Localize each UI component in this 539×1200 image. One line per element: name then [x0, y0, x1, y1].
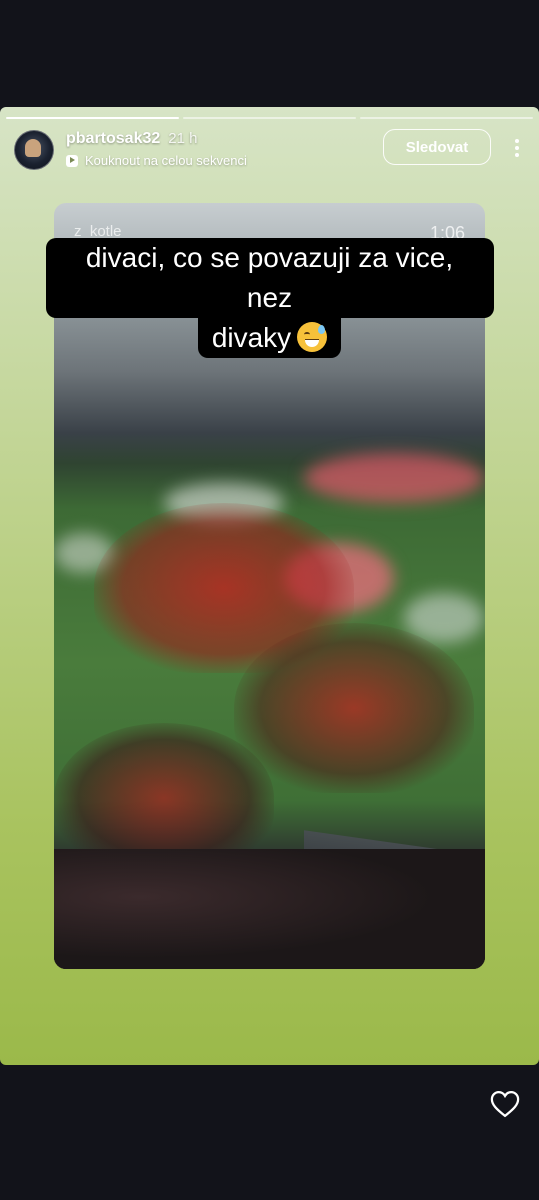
- username-text[interactable]: pbartosak32: [66, 130, 160, 147]
- crowd-on-pitch: [234, 623, 474, 793]
- story-progress-bar: [6, 117, 533, 119]
- progress-segment: [6, 117, 179, 119]
- progress-segment: [183, 117, 356, 119]
- progress-segment: [360, 117, 533, 119]
- avatar[interactable]: [14, 130, 54, 170]
- caption-line-1: divaci, co se povazuji za vice, nez: [45, 238, 494, 318]
- caption-line-2-text: divaky: [211, 322, 292, 353]
- post-time: 21 h: [168, 130, 198, 147]
- story-card[interactable]: pbartosak32 21 h Kouknout na celou sekven…: [0, 107, 539, 1065]
- story-caption: divaci, co se povazuji za vice, nez diva…: [0, 238, 539, 358]
- play-icon: [66, 154, 78, 167]
- follow-button[interactable]: Sledovat: [383, 129, 491, 165]
- view-sequence-link[interactable]: Kouknout na celou sekvenci: [66, 153, 247, 168]
- username[interactable]: pbartosak32 21 h: [66, 130, 197, 148]
- view-sequence-label[interactable]: Kouknout na celou sekvenci: [85, 153, 247, 168]
- flare-smoke: [304, 453, 484, 503]
- stand-crowd: [54, 849, 485, 969]
- more-vertical-icon[interactable]: [509, 135, 525, 161]
- grinning-sweat-emoji-icon: [297, 322, 328, 352]
- heart-outline-icon[interactable]: [490, 1090, 520, 1118]
- story-header: pbartosak32 21 h Kouknout na celou sekven…: [14, 129, 525, 175]
- caption-line-2: divaky: [197, 318, 342, 358]
